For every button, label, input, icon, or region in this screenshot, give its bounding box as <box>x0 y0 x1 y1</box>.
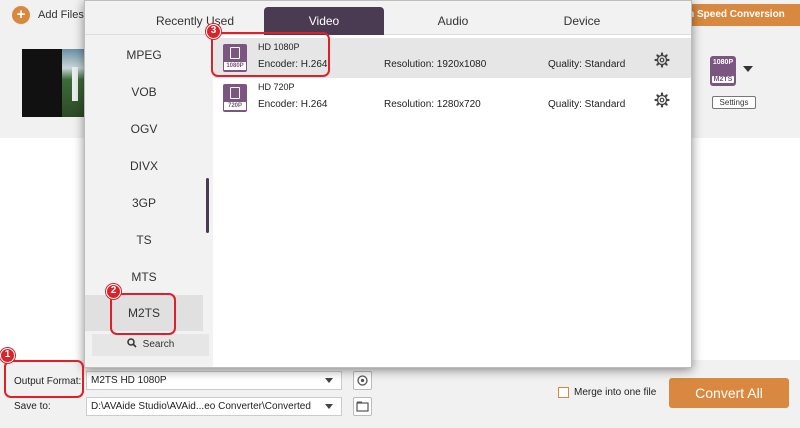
merge-label: Merge into one file <box>574 387 657 398</box>
output-format-select[interactable]: M2TS HD 1080P <box>86 371 342 390</box>
preset-quality: Quality: Standard <box>548 99 626 110</box>
tab-device[interactable]: Device <box>522 7 642 35</box>
settings-icon <box>357 375 368 386</box>
step-3-highlight <box>211 32 330 77</box>
format-icon-top-label: 1080P <box>712 59 734 66</box>
gear-icon[interactable] <box>654 92 670 108</box>
chevron-down-icon <box>325 378 333 383</box>
output-settings-button[interactable] <box>353 371 372 390</box>
preset-list: 1080P HD 1080P Encoder: H.264 Resolution… <box>214 35 691 367</box>
format-item-ts[interactable]: TS <box>85 222 203 258</box>
step-3-badge: 3 <box>206 24 221 39</box>
save-to-value: D:\AVAide Studio\AVAid...eo Converter\Co… <box>91 401 311 412</box>
format-search-button[interactable]: Search <box>92 334 209 356</box>
chevron-down-icon <box>325 404 333 409</box>
output-format-icon[interactable]: 1080P M2TS <box>710 56 736 86</box>
search-label: Search <box>142 339 175 350</box>
format-item-mpeg[interactable]: MPEG <box>85 37 203 73</box>
merge-option[interactable]: Merge into one file <box>558 387 656 398</box>
step-1-badge: 1 <box>0 348 15 363</box>
thumbnail-waterfall <box>72 67 78 101</box>
format-tabs: Recently Used Video Audio Device <box>85 1 691 35</box>
preset-row-hd-720p[interactable]: 720P HD 720P Encoder: H.264 Resolution: … <box>214 78 691 118</box>
preset-resolution: Resolution: 1280x720 <box>384 99 481 110</box>
plus-icon: + <box>12 6 30 24</box>
format-dropdown-caret-icon[interactable] <box>743 66 753 72</box>
settings-button[interactable]: Settings <box>712 96 756 109</box>
video-format-icon: 720P <box>223 84 247 112</box>
format-item-mts[interactable]: MTS <box>85 259 203 295</box>
format-item-divx[interactable]: DIVX <box>85 148 203 184</box>
save-to-label: Save to: <box>14 401 51 412</box>
folder-icon <box>356 401 369 412</box>
tab-recently-used[interactable]: Recently Used <box>135 7 255 35</box>
step-1-highlight <box>4 360 84 398</box>
format-item-vob[interactable]: VOB <box>85 74 203 110</box>
format-item-3gp[interactable]: 3GP <box>85 185 203 221</box>
tab-audio[interactable]: Audio <box>393 7 513 35</box>
open-folder-button[interactable] <box>353 397 372 416</box>
convert-all-button[interactable]: Convert All <box>669 378 789 408</box>
preset-name: HD 720P <box>258 82 295 92</box>
add-files-button[interactable]: + Add Files <box>12 6 84 24</box>
step-2-highlight <box>110 293 176 335</box>
video-thumbnail[interactable] <box>22 49 88 117</box>
gear-icon[interactable] <box>654 52 670 68</box>
preset-encoder: Encoder: H.264 <box>258 99 328 110</box>
preset-resolution: Resolution: 1920x1080 <box>384 59 487 70</box>
high-speed-conversion-button[interactable]: gh Speed Conversion <box>676 4 800 26</box>
format-icon-tag: 720P <box>224 102 246 110</box>
step-2-badge: 2 <box>106 284 121 299</box>
film-icon <box>230 87 240 99</box>
save-to-select[interactable]: D:\AVAide Studio\AVAid...eo Converter\Co… <box>86 397 342 416</box>
tab-video[interactable]: Video <box>264 7 384 35</box>
search-icon <box>126 338 137 348</box>
output-format-value: M2TS HD 1080P <box>91 375 167 386</box>
format-icon-bottom-label: M2TS <box>712 76 734 83</box>
format-item-ogv[interactable]: OGV <box>85 111 203 147</box>
merge-checkbox[interactable] <box>558 387 569 398</box>
preset-quality: Quality: Standard <box>548 59 626 70</box>
sidebar-scrollbar[interactable] <box>206 178 209 233</box>
add-files-label: Add Files <box>38 9 84 21</box>
